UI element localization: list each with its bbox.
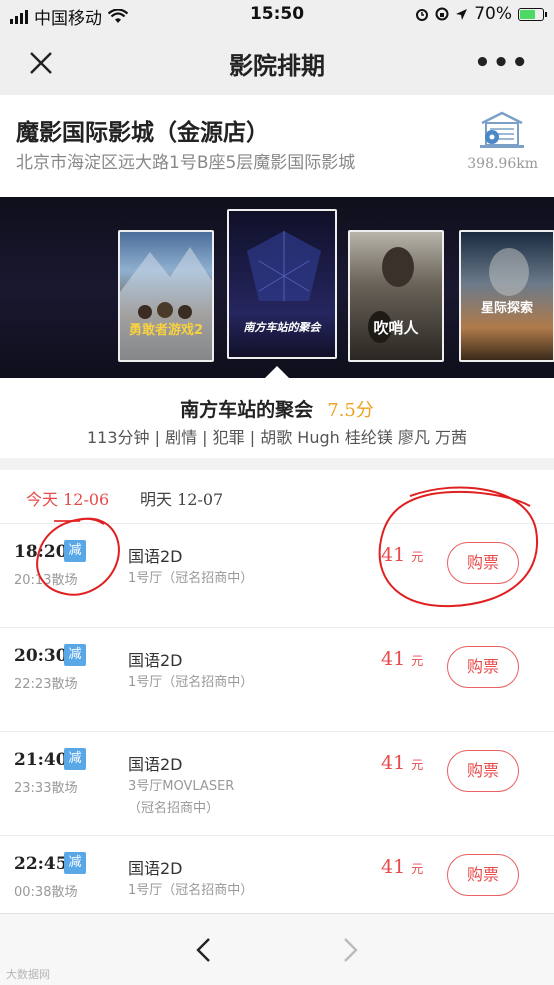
start-time: 21:40 [14,750,68,770]
battery-icon [518,7,547,21]
discount-badge: 减 [64,644,86,666]
movie-score: 7.5分 [327,400,374,421]
location-icon [456,8,468,20]
language-format: 国语2D [128,547,183,566]
nav-bar: 影院排期 ••• [0,30,554,95]
start-time: 20:30 [14,646,68,666]
buy-ticket-button[interactable]: 购票 [447,750,519,792]
movie-poster-carousel[interactable]: 勇敢者游戏2 南方车站的聚会 吹哨人 星际探索 [0,197,554,378]
price-value: 41 [381,856,406,878]
start-time: 22:45 [14,854,68,874]
cinema-info[interactable]: 魔影国际影城（金源店） 北京市海淀区远大路1号B座5层魔影国际影城 398.96… [0,95,554,197]
status-bar: 中国移动 15:50 70% [0,0,554,30]
buy-ticket-button[interactable]: 购票 [447,542,519,584]
discount-badge: 减 [64,748,86,770]
price-value: 41 [381,648,406,670]
end-time: 20:13散场 [14,573,78,588]
ticket-price: 41 元 [381,856,423,878]
price-unit: 元 [411,550,424,564]
showtime-row[interactable]: 21:40 减 23:33散场 国语2D 3号厅MOVLASER（冠名招商中） … [0,732,554,836]
language-format: 国语2D [128,859,183,878]
showtime-row[interactable]: 18:20 减 20:13散场 国语2D 1号厅（冠名招商中） 41 元 购票 [0,524,554,628]
date-tabs: 今天 12-06 明天 12-07 [0,470,554,524]
hall-name: 1号厅（冠名招商中） [128,571,254,586]
section-divider [0,458,554,470]
movie-poster-selected[interactable]: 南方车站的聚会 [227,209,337,359]
price-value: 41 [381,544,406,566]
watermark: 大数据网 [6,968,50,981]
movie-title-row: 南方车站的聚会 7.5分 [0,395,554,422]
poster-title: 吹哨人 [373,319,419,337]
language-format: 国语2D [128,651,183,670]
hall-name: 1号厅（冠名招商中） [128,883,254,898]
back-arrow-icon[interactable] [192,936,216,964]
start-time: 18:20 [14,542,68,562]
price-value: 41 [381,752,406,774]
showtime-row[interactable]: 20:30 减 22:23散场 国语2D 1号厅（冠名招商中） 41 元 购票 [0,628,554,732]
page-title: 影院排期 [229,52,325,80]
ticket-price: 41 元 [381,752,423,774]
price-unit: 元 [411,758,424,772]
cinema-location-icon[interactable] [474,109,530,155]
rotation-lock-icon [435,7,449,21]
cinema-name: 魔影国际影城（金源店） [16,120,269,146]
selected-poster-pointer [265,366,289,378]
movie-meta: 113分钟 | 剧情 | 犯罪 | 胡歌 Hugh 桂纶镁 廖凡 万茜 [86,428,468,447]
movie-info: 南方车站的聚会 7.5分 113分钟 | 剧情 | 犯罪 | 胡歌 Hugh 桂纶… [0,378,554,458]
tab-today[interactable]: 今天 12-06 [26,486,109,510]
battery-percent: 70% [474,4,512,24]
more-options-icon[interactable]: ••• [474,48,530,78]
tab-tomorrow[interactable]: 明天 12-07 [140,486,223,510]
end-time: 22:23散场 [14,677,78,692]
end-time: 00:38散场 [14,885,78,900]
price-unit: 元 [411,654,424,668]
discount-badge: 减 [64,540,86,562]
cinema-distance: 398.96km [467,156,538,172]
poster-title: 勇敢者游戏2 [128,323,204,338]
cinema-address: 北京市海淀区远大路1号B座5层魔影国际影城 [16,153,356,173]
discount-badge: 减 [64,852,86,874]
movie-poster[interactable]: 勇敢者游戏2 [118,230,214,362]
hall-name: 1号厅（冠名招商中） [128,675,254,690]
end-time: 23:33散场 [14,781,78,796]
movie-poster[interactable]: 星际探索 [459,230,554,362]
ticket-price: 41 元 [381,544,423,566]
price-unit: 元 [411,862,424,876]
movie-title: 南方车站的聚会 [180,399,314,421]
hall-name: 3号厅MOVLASER（冠名招商中） [128,779,235,816]
active-tab-indicator [54,520,80,522]
top-header: 中国移动 15:50 70% 影院排期 ••• [0,0,554,95]
buy-ticket-button[interactable]: 购票 [447,854,519,896]
alarm-icon [416,9,429,21]
ticket-price: 41 元 [381,648,423,670]
buy-ticket-button[interactable]: 购票 [447,646,519,688]
poster-title: 星际探索 [480,301,533,316]
movie-poster[interactable]: 吹哨人 [348,230,444,362]
bottom-toolbar: 大数据网 [0,913,554,985]
language-format: 国语2D [128,755,183,774]
poster-title: 南方车站的聚会 [243,321,321,334]
forward-arrow-icon[interactable] [338,936,362,964]
